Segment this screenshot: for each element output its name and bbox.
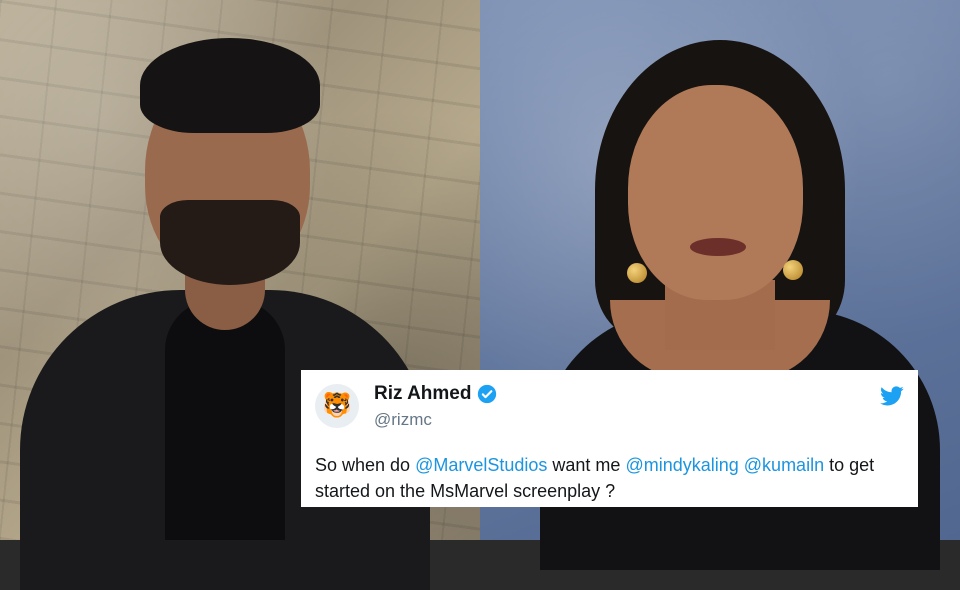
woman-face [628, 85, 803, 300]
tweet-body: So when do @MarvelStudios want me @mindy… [315, 452, 905, 504]
tweet-handle[interactable]: @rizmc [374, 410, 432, 430]
tweet-text-segment: want me [547, 455, 626, 475]
tweet-author[interactable]: Riz Ahmed [374, 383, 497, 405]
man-hair [140, 38, 320, 133]
mention-link[interactable]: @mindykaling [625, 455, 738, 475]
man-shirt [165, 300, 285, 540]
mention-link[interactable]: @kumailn [744, 455, 824, 475]
earring-right [783, 260, 803, 280]
tiger-avatar-icon[interactable]: 🐯 [315, 384, 359, 428]
man-beard [160, 200, 300, 285]
woman-lips [690, 238, 746, 256]
mention-link[interactable]: @MarvelStudios [415, 455, 547, 475]
verified-badge-icon [477, 384, 497, 404]
tweet-text-segment: So when do [315, 455, 416, 475]
twitter-bird-icon[interactable] [880, 384, 904, 408]
earring-left [627, 263, 647, 283]
tweet-card[interactable]: 🐯 Riz Ahmed @rizmc So when do @MarvelStu… [301, 370, 918, 507]
tweet-author-name[interactable]: Riz Ahmed [374, 383, 471, 405]
